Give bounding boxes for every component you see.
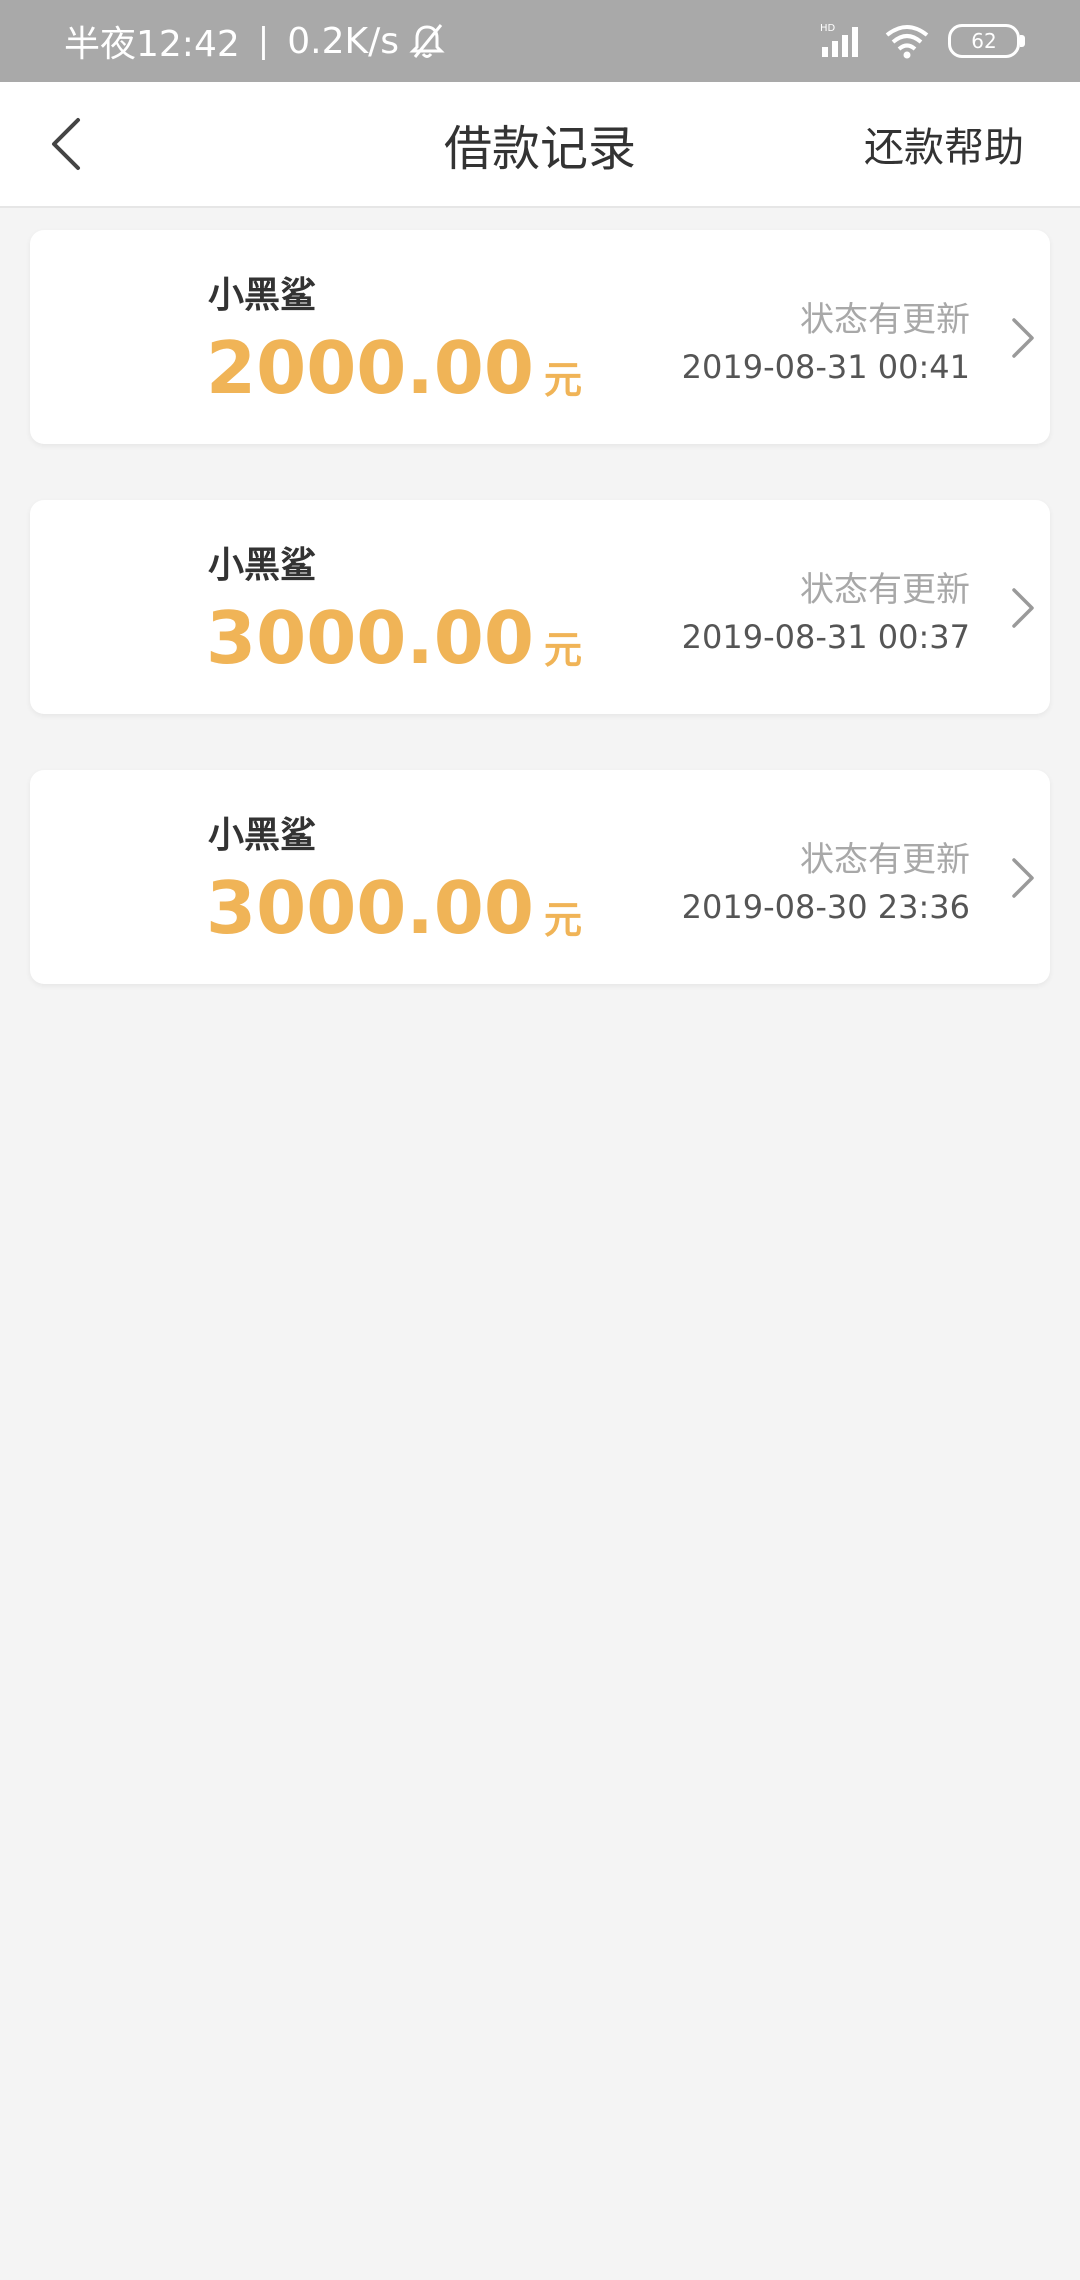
amount-unit: 元 bbox=[543, 898, 582, 942]
record-status: 状态有更新 bbox=[800, 570, 970, 610]
battery-level: 62 bbox=[971, 29, 997, 53]
lender-name: 小黑鲨 bbox=[208, 275, 317, 316]
status-right: HD 62 bbox=[818, 0, 1025, 82]
lender-name: 小黑鲨 bbox=[208, 815, 317, 856]
signal-hd-label: HD bbox=[820, 23, 836, 34]
header: 借款记录 还款帮助 bbox=[0, 82, 1080, 208]
loan-amount: 3000.00 bbox=[206, 866, 534, 950]
amount-row: 2000.00 元 bbox=[206, 326, 582, 410]
repayment-help-link[interactable]: 还款帮助 bbox=[864, 82, 1024, 206]
status-bar: 半夜12:42 | 0.2K/s HD 62 bbox=[0, 0, 1080, 82]
battery-indicator: 62 bbox=[948, 24, 1025, 58]
chevron-right-icon bbox=[1012, 858, 1034, 898]
loan-amount: 2000.00 bbox=[206, 326, 534, 410]
amount-unit: 元 bbox=[543, 628, 582, 672]
chevron-right-icon bbox=[1012, 588, 1034, 628]
signal-icon: HD bbox=[820, 23, 858, 57]
lender-name: 小黑鲨 bbox=[208, 545, 317, 586]
amount-row: 3000.00 元 bbox=[206, 596, 582, 680]
record-time: 2019-08-31 00:37 bbox=[681, 618, 970, 656]
network-speed: 0.2K/s bbox=[287, 20, 399, 62]
record-status: 状态有更新 bbox=[800, 300, 970, 340]
loan-record-card[interactable]: 小黑鲨 3000.00 元 状态有更新 2019-08-30 23:36 bbox=[30, 770, 1050, 984]
record-status: 状态有更新 bbox=[800, 840, 970, 880]
bell-off-icon bbox=[409, 24, 445, 58]
status-separator: | bbox=[257, 21, 270, 61]
loan-amount: 3000.00 bbox=[206, 596, 534, 680]
status-left: 半夜12:42 | 0.2K/s bbox=[64, 0, 445, 82]
record-time: 2019-08-30 23:36 bbox=[681, 888, 970, 926]
record-time: 2019-08-31 00:41 bbox=[681, 348, 970, 386]
wifi-icon bbox=[885, 25, 929, 59]
amount-unit: 元 bbox=[543, 358, 582, 402]
chevron-right-icon bbox=[1012, 318, 1034, 358]
loan-record-list: 小黑鲨 2000.00 元 状态有更新 2019-08-31 00:41 小黑鲨… bbox=[30, 230, 1050, 1040]
loan-record-card[interactable]: 小黑鲨 2000.00 元 状态有更新 2019-08-31 00:41 bbox=[30, 230, 1050, 444]
amount-row: 3000.00 元 bbox=[206, 866, 582, 950]
status-time: 半夜12:42 bbox=[64, 24, 240, 65]
loan-record-card[interactable]: 小黑鲨 3000.00 元 状态有更新 2019-08-31 00:37 bbox=[30, 500, 1050, 714]
